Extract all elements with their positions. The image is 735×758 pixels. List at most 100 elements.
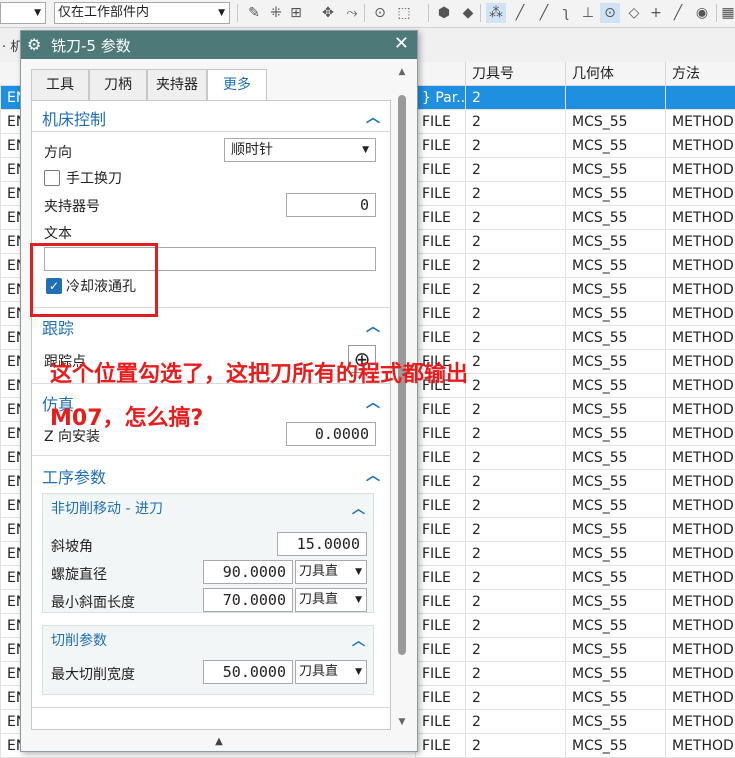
cell-name: ENG: [0, 374, 20, 398]
cell-geometry: MCS_55: [565, 662, 665, 686]
cell-name: ENG: [0, 446, 20, 470]
section-operation-params-title[interactable]: 工序参数: [42, 464, 106, 488]
cross-point-icon[interactable]: +: [646, 3, 666, 23]
tab-shank[interactable]: 刀柄: [89, 69, 147, 101]
curve-line-icon[interactable]: ╱: [534, 3, 554, 23]
min-ramp-length-unit-select[interactable]: 刀具直 ▼: [295, 588, 367, 612]
tab-more[interactable]: 更多: [207, 69, 267, 102]
cell-tool-number: 2: [465, 326, 565, 350]
scope-select[interactable]: 仅在工作部件内 ▼: [54, 2, 230, 24]
cell-path: } Par...: [415, 86, 465, 110]
holder-number-input[interactable]: 0: [286, 193, 376, 217]
dialog-icon[interactable]: ◉: [692, 3, 712, 23]
cell-geometry: MCS_55: [565, 422, 665, 446]
z-install-input[interactable]: 0.0000: [286, 422, 376, 446]
collapse-chevron-icon[interactable]: ︿: [352, 498, 365, 517]
toolbar-separator: [428, 4, 429, 22]
collapse-chevron-icon[interactable]: ︿: [366, 392, 380, 412]
noncut-move-title[interactable]: 非切削移动 - 进刀: [51, 498, 163, 518]
header-geometry[interactable]: 几何体: [565, 62, 665, 86]
cell-path: FILE: [415, 494, 465, 518]
quadrant-icon[interactable]: ◇: [624, 3, 644, 23]
cell-path: FILE: [415, 614, 465, 638]
collapse-chevron-icon[interactable]: ︿: [366, 316, 380, 336]
filter-select-partial[interactable]: ▼: [0, 2, 46, 24]
cell-tool-number: 2: [465, 182, 565, 206]
line-icon[interactable]: ╱: [510, 3, 530, 23]
section-tracking-title[interactable]: 跟踪: [42, 315, 74, 339]
tab-holder[interactable]: 夹持器: [147, 69, 207, 101]
dialog-scrollbar[interactable]: ▲ ▼: [395, 65, 409, 729]
dialog-titlebar[interactable]: ⚙ 铣刀-5 参数 ✕: [21, 31, 417, 59]
section-machine-control-title[interactable]: 机床控制: [42, 106, 106, 130]
cell-tool-number: 2: [465, 398, 565, 422]
collapse-chevron-icon[interactable]: ︿: [352, 630, 365, 649]
add-point-icon[interactable]: ⊞: [286, 3, 306, 23]
snap-icon[interactable]: ⁜: [266, 3, 286, 23]
cell-name: ENG: [0, 422, 20, 446]
max-cut-width-input[interactable]: 50.0000: [203, 660, 293, 684]
cell-name: ENG: [0, 638, 20, 662]
min-ramp-length-input[interactable]: 70.0000: [203, 588, 293, 612]
noncut-move-panel: 非切削移动 - 进刀 ︿ 斜坡角 15.0000 螺旋直径 90.0000 刀具…: [42, 493, 374, 613]
cell-name: ENG: [0, 566, 20, 590]
helix-diameter-input[interactable]: 90.0000: [203, 560, 293, 584]
cell-method: METHOD: [665, 158, 735, 182]
cell-path: FILE: [415, 662, 465, 686]
cell-tool-number: 2: [465, 518, 565, 542]
manual-tool-change-checkbox[interactable]: [44, 170, 60, 186]
cell-geometry: MCS_55: [565, 350, 665, 374]
scroll-down-icon[interactable]: ▼: [395, 715, 409, 729]
rotate-icon[interactable]: ⊙: [370, 3, 390, 23]
max-cut-width-unit-select[interactable]: 刀具直 ▼: [295, 660, 367, 684]
collapse-chevron-icon[interactable]: ︿: [366, 465, 380, 485]
collapse-chevron-icon[interactable]: ︿: [366, 107, 380, 127]
holder-number-label: 夹持器号: [44, 199, 100, 215]
center-point-icon[interactable]: ⊙: [600, 3, 620, 23]
helix-diameter-unit-select[interactable]: 刀具直 ▼: [295, 560, 367, 584]
box-select-icon[interactable]: ⬚: [394, 3, 414, 23]
perpendicular-icon[interactable]: ⊥: [578, 3, 598, 23]
cell-name: ENG: [0, 470, 20, 494]
cell-geometry: MCS_55: [565, 638, 665, 662]
header-method[interactable]: 方法: [665, 62, 735, 86]
cell-method: METHOD: [665, 110, 735, 134]
header-tool-number[interactable]: 刀具号: [465, 62, 565, 86]
expand-up-icon[interactable]: ▲: [21, 733, 417, 751]
cell-tool-number: 2: [465, 542, 565, 566]
direction-value: 顺时针: [231, 142, 273, 158]
direction-select[interactable]: 顺时针 ▼: [224, 138, 376, 162]
snap-grid-icon[interactable]: ⁂: [486, 3, 506, 23]
cell-tool-number: 2: [465, 422, 565, 446]
cell-geometry: MCS_55: [565, 590, 665, 614]
cell-geometry: MCS_55: [565, 566, 665, 590]
scroll-up-icon[interactable]: ▲: [395, 65, 409, 79]
tangent-icon[interactable]: ╱: [668, 3, 688, 23]
cell-method: METHOD: [665, 518, 735, 542]
toolbar-separator: [716, 4, 717, 22]
cell-tool-number: 2: [465, 350, 565, 374]
cutting-params-title[interactable]: 切削参数: [51, 630, 107, 650]
cell-path: FILE: [415, 470, 465, 494]
cell-method: [665, 86, 735, 110]
cell-geometry: MCS_55: [565, 182, 665, 206]
cell-geometry: MCS_55: [565, 446, 665, 470]
shaded-view-icon[interactable]: ◆: [458, 3, 478, 23]
view-icon[interactable]: ⬢: [434, 3, 454, 23]
cell-method: METHOD: [665, 662, 735, 686]
ramp-angle-input[interactable]: 15.0000: [277, 532, 367, 556]
arc-icon[interactable]: ʅ: [556, 3, 576, 23]
move-icon[interactable]: ✥: [318, 3, 338, 23]
close-icon[interactable]: ✕: [394, 33, 409, 54]
grid-icon[interactable]: ▦: [718, 3, 735, 23]
cell-name: ENG: [0, 662, 20, 686]
gear-icon: ⚙: [27, 35, 42, 54]
max-cut-width-unit: 刀具直: [299, 664, 339, 679]
scope-select-value: 仅在工作部件内: [58, 5, 150, 20]
transform-icon[interactable]: ⤳: [342, 3, 362, 23]
tab-tool[interactable]: 工具: [31, 69, 89, 101]
cell-geometry: MCS_55: [565, 302, 665, 326]
cell-tool-number: 2: [465, 470, 565, 494]
select-icon[interactable]: ✎: [244, 3, 264, 23]
chevron-down-icon: ▼: [355, 667, 362, 677]
